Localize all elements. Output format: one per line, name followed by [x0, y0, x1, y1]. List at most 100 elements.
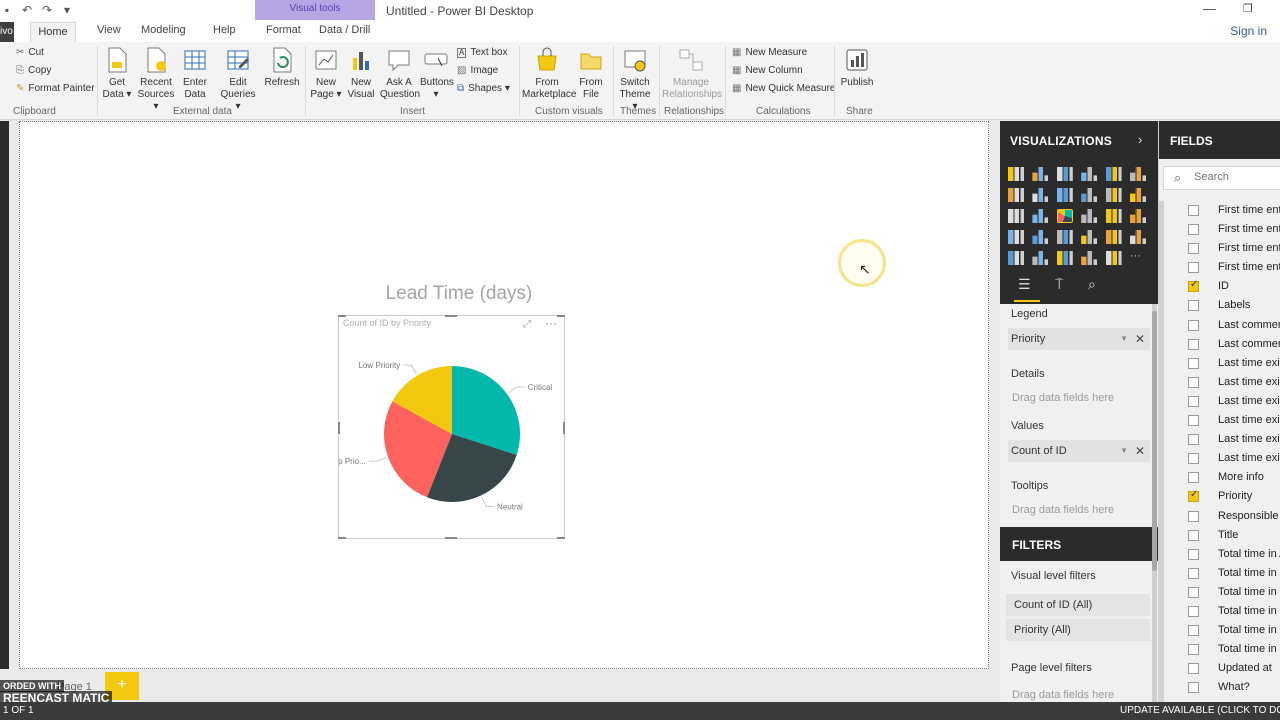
filled-map-icon[interactable]	[1008, 230, 1024, 244]
field-row[interactable]: Last time exit	[1159, 373, 1280, 392]
funnel-icon[interactable]	[1032, 230, 1049, 244]
field-checkbox[interactable]	[1188, 567, 1199, 579]
resize-handle[interactable]	[338, 315, 346, 317]
field-checkbox[interactable]	[1188, 415, 1199, 427]
scrollbar-thumb[interactable]	[1152, 311, 1157, 571]
format-paint-roller-icon[interactable]: ⍑	[1055, 276, 1063, 293]
remove-field-icon[interactable]: ✕	[1135, 328, 1145, 350]
new-visual-button[interactable]: New Visual	[346, 46, 376, 101]
field-checkbox[interactable]	[1188, 472, 1199, 484]
card-icon[interactable]	[1081, 230, 1098, 244]
text-box-button[interactable]: A Text box	[457, 47, 508, 58]
recent-sources-button[interactable]: Recent Sources ▾	[136, 46, 176, 113]
r-visual-icon[interactable]	[1081, 251, 1098, 265]
line-chart-icon[interactable]	[1008, 188, 1024, 202]
gauge-icon[interactable]	[1056, 230, 1073, 244]
multi-row-card-icon[interactable]	[1105, 230, 1122, 244]
tab-modeling[interactable]: Modeling	[141, 24, 186, 36]
buttons-button[interactable]: Buttons ▾	[420, 46, 454, 101]
tab-help[interactable]: Help	[213, 24, 236, 36]
image-button[interactable]: ▨ Image	[457, 65, 498, 76]
sign-in-link[interactable]: Sign in	[1230, 24, 1267, 38]
field-checkbox[interactable]	[1188, 625, 1199, 637]
field-row[interactable]: Total time in ...	[1159, 583, 1280, 602]
priority-filter[interactable]: Priority (All)	[1006, 619, 1150, 641]
restore-icon[interactable]: ❐	[1243, 2, 1253, 15]
search-box[interactable]: ⌕	[1163, 166, 1280, 190]
from-file-button[interactable]: From File	[576, 46, 606, 101]
field-row[interactable]: Total time in S	[1159, 640, 1280, 659]
field-checkbox[interactable]	[1188, 605, 1199, 617]
ask-a-question-button[interactable]: Ask A Question	[380, 46, 420, 101]
field-checkbox[interactable]	[1188, 529, 1199, 541]
tooltips-drop-zone[interactable]: Drag data fields here	[1012, 504, 1114, 516]
minimize-icon[interactable]: —	[1203, 1, 1216, 16]
refresh-button[interactable]: Refresh	[264, 46, 300, 89]
resize-handle[interactable]	[557, 315, 565, 317]
matrix-icon[interactable]	[1056, 251, 1073, 265]
line-clustered-icon[interactable]	[1105, 188, 1122, 202]
area-chart-icon[interactable]	[1032, 188, 1049, 202]
page-filter-drop-zone[interactable]: Drag data fields here	[1012, 689, 1114, 701]
field-checkbox[interactable]	[1188, 319, 1199, 331]
field-checkbox[interactable]	[1188, 300, 1199, 312]
field-row[interactable]: Last time exit	[1159, 411, 1280, 430]
get-data-button[interactable]: Get Data ▾	[102, 46, 132, 101]
scatter-icon[interactable]	[1032, 209, 1049, 223]
field-row[interactable]: Labels	[1159, 296, 1280, 315]
waterfall-icon[interactable]	[1008, 209, 1024, 223]
field-checkbox[interactable]	[1188, 434, 1199, 446]
tab-data-drill[interactable]: Data / Drill	[319, 24, 370, 36]
field-row[interactable]: ID	[1159, 277, 1280, 296]
ribbon-chart-icon[interactable]	[1130, 188, 1146, 202]
field-row[interactable]: Last time exit	[1159, 354, 1280, 373]
field-row[interactable]: More info	[1159, 468, 1280, 487]
switch-theme-button[interactable]: Switch Theme ▾	[616, 46, 654, 113]
donut-icon[interactable]	[1081, 209, 1098, 223]
field-row[interactable]: First time entered	[1159, 201, 1280, 220]
more-visuals-icon[interactable]: ···	[1130, 251, 1146, 265]
undo-icon[interactable]: ↶	[20, 3, 34, 17]
field-row[interactable]: Responsible (s	[1159, 507, 1280, 526]
field-checkbox[interactable]	[1188, 395, 1199, 407]
resize-handle[interactable]	[557, 537, 565, 539]
new-measure-button[interactable]: ▦ New Measure	[732, 47, 807, 58]
field-row[interactable]: Total time in E	[1159, 564, 1280, 583]
table-icon[interactable]	[1032, 251, 1049, 265]
resize-handle[interactable]	[563, 422, 565, 434]
fields-well-icon[interactable]: ☰	[1018, 276, 1031, 293]
slicer-icon[interactable]	[1008, 251, 1024, 265]
field-checkbox[interactable]	[1188, 243, 1199, 255]
tab-view[interactable]: View	[97, 24, 121, 36]
clustered-column-icon[interactable]	[1081, 167, 1098, 181]
map-icon[interactable]	[1130, 209, 1146, 223]
field-row[interactable]: First time entered	[1159, 258, 1280, 277]
field-row[interactable]: Last comment	[1159, 335, 1280, 354]
pie-chart-visual[interactable]: Count of ID by Priority ⤢ ··· Critical Ne…	[338, 315, 565, 539]
stacked-column-icon[interactable]	[1032, 167, 1049, 181]
tab-format[interactable]: Format	[266, 24, 301, 36]
field-checkbox[interactable]	[1188, 682, 1199, 694]
shapes-button[interactable]: ⧉ Shapes ▾	[457, 83, 510, 94]
resize-handle[interactable]	[445, 315, 457, 317]
chevron-down-icon[interactable]: ▼	[1120, 440, 1128, 462]
values-well-field[interactable]: Count of ID ▼ ✕	[1008, 440, 1150, 462]
field-checkbox[interactable]	[1188, 663, 1199, 675]
save-icon[interactable]: ▪	[0, 3, 14, 17]
field-checkbox[interactable]	[1188, 357, 1199, 369]
publish-button[interactable]: Publish	[840, 46, 874, 89]
field-row[interactable]: Last time exit	[1159, 430, 1280, 449]
field-checkbox[interactable]	[1188, 510, 1199, 522]
analytics-magnifier-icon[interactable]: ⌕	[1088, 276, 1096, 293]
field-row[interactable]: Last time exit	[1159, 392, 1280, 411]
field-row[interactable]: Updated at	[1159, 659, 1280, 678]
field-checkbox[interactable]	[1188, 262, 1199, 274]
resize-handle[interactable]	[338, 422, 340, 434]
field-row[interactable]: What?	[1159, 678, 1280, 697]
field-checkbox[interactable]	[1188, 376, 1199, 388]
stacked-area-icon[interactable]	[1056, 188, 1073, 202]
pie-chart-icon[interactable]	[1056, 209, 1073, 223]
manage-relationships-button[interactable]: Manage Relationships	[662, 46, 722, 101]
chevron-down-icon[interactable]: ▼	[1120, 328, 1128, 350]
field-checkbox[interactable]	[1188, 644, 1199, 656]
